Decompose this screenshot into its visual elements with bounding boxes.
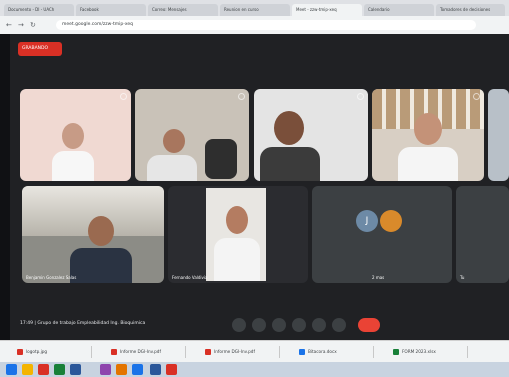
edge-icon[interactable] [132, 364, 143, 375]
browser-tab-active[interactable]: Meet - zzw-tmip-xeq [292, 4, 362, 16]
start-menu-icon[interactable] [6, 364, 17, 375]
participant-tile-grouped[interactable]: J 2 mas [312, 186, 452, 283]
word-icon[interactable] [70, 364, 81, 375]
browser-tab[interactable]: Calendario [364, 4, 434, 16]
participant-body [52, 151, 94, 181]
participant-head [414, 113, 442, 145]
acrobat-icon[interactable] [166, 364, 177, 375]
recording-label: GRABANDO [22, 46, 49, 51]
download-label: FORM 2023.xlsx [402, 349, 436, 354]
download-item[interactable]: logotp.jpg [14, 346, 92, 358]
forward-arrow-icon[interactable]: → [18, 20, 24, 30]
participant-head [163, 129, 185, 153]
meeting-stage: GRABANDO Benjamin Gonzalez Salas Fernand… [10, 34, 509, 340]
participant-avatar: J [356, 210, 378, 232]
participant-head [62, 123, 84, 149]
download-label: Informe DGI-Inv.pdf [120, 349, 161, 354]
participant-tile[interactable]: Fernando Valdivia [168, 186, 308, 283]
participant-video-portrait [206, 188, 266, 281]
browser-tab-bar: Documento - DI - UACh Facebook Correo: M… [0, 0, 509, 16]
participant-body [398, 147, 458, 181]
app-icon[interactable] [100, 364, 111, 375]
downloads-bar: logotp.jpg Informe DGI-Inv.pdf Informe D… [0, 340, 509, 363]
participant-tile[interactable] [372, 89, 484, 181]
browser-tab[interactable]: Facebook [76, 4, 146, 16]
participant-tile[interactable] [135, 89, 249, 181]
captions-icon[interactable] [272, 318, 286, 332]
download-item[interactable]: Bitacora.docx [296, 346, 374, 358]
participant-name: Fernando Valdivia [172, 275, 208, 280]
pdf-icon [205, 349, 211, 355]
download-label: Bitacora.docx [308, 349, 337, 354]
participant-avatar-photo [380, 210, 402, 232]
browser-tab[interactable]: Correo: Mensajes [148, 4, 218, 16]
participant-body [147, 155, 197, 181]
pdf-icon [111, 349, 117, 355]
os-taskbar [0, 362, 509, 377]
participant-tile[interactable]: Benjamin Gonzalez Salas [22, 186, 164, 283]
camera-icon[interactable] [252, 318, 266, 332]
chair-shape [205, 139, 237, 179]
browser-tab[interactable]: Reunion en curso [220, 4, 290, 16]
excel-icon [393, 349, 399, 355]
more-options-icon[interactable] [357, 93, 364, 100]
meeting-title: Grupo de trabajo Empleabilidad Ing. Bioq… [37, 321, 146, 326]
app-icon[interactable] [38, 364, 49, 375]
meeting-info: 17:49 | Grupo de trabajo Empleabilidad I… [20, 321, 146, 326]
participant-body [70, 248, 132, 283]
more-options-icon[interactable] [120, 93, 127, 100]
word-doc-icon [299, 349, 305, 355]
download-item[interactable]: Informe DGI-Inv.pdf [202, 346, 280, 358]
url-input[interactable]: meet.google.com/zzw-tmip-xeq [56, 20, 476, 30]
participant-head [88, 216, 114, 246]
avatar-initial: J [365, 216, 369, 226]
participant-tile[interactable] [20, 89, 131, 181]
download-label: Informe DGI-Inv.pdf [214, 349, 255, 354]
download-item[interactable]: FORM 2023.xlsx [390, 346, 468, 358]
participant-head [274, 111, 304, 145]
raise-hand-icon[interactable] [292, 318, 306, 332]
chrome-icon[interactable] [54, 364, 65, 375]
address-bar: ← → ↻ meet.google.com/zzw-tmip-xeq [0, 16, 509, 34]
browser-tab[interactable]: Tomadores de decisiones [436, 4, 505, 16]
participant-body [260, 147, 320, 181]
file-explorer-icon[interactable] [22, 364, 33, 375]
participant-name: Tu [460, 275, 465, 280]
participant-name: 2 mas [372, 275, 385, 280]
back-arrow-icon[interactable]: ← [6, 20, 12, 30]
participant-body [214, 238, 260, 281]
participant-tile[interactable] [254, 89, 368, 181]
more-options-icon[interactable] [238, 93, 245, 100]
reload-icon[interactable]: ↻ [30, 20, 36, 30]
meeting-controls-bar: 17:49 | Grupo de trabajo Empleabilidad I… [10, 310, 509, 340]
present-screen-icon[interactable] [312, 318, 326, 332]
recording-badge: GRABANDO [18, 42, 62, 56]
download-label: logotp.jpg [26, 349, 48, 354]
participant-name: Benjamin Gonzalez Salas [26, 275, 77, 280]
participant-tile-self[interactable]: Tu [456, 186, 509, 283]
more-options-icon[interactable] [332, 318, 346, 332]
app-icon[interactable] [116, 364, 127, 375]
end-call-button[interactable] [358, 318, 380, 332]
more-options-icon[interactable] [473, 93, 480, 100]
file-icon [17, 349, 23, 355]
download-item[interactable]: Informe DGI-Inv.pdf [108, 346, 186, 358]
participant-tile-partial[interactable] [488, 89, 509, 181]
meeting-time: 17:49 [20, 321, 33, 326]
microphone-icon[interactable] [232, 318, 246, 332]
participant-head [226, 206, 248, 234]
browser-tab[interactable]: Documento - DI - UACh [4, 4, 74, 16]
outlook-icon[interactable] [150, 364, 161, 375]
